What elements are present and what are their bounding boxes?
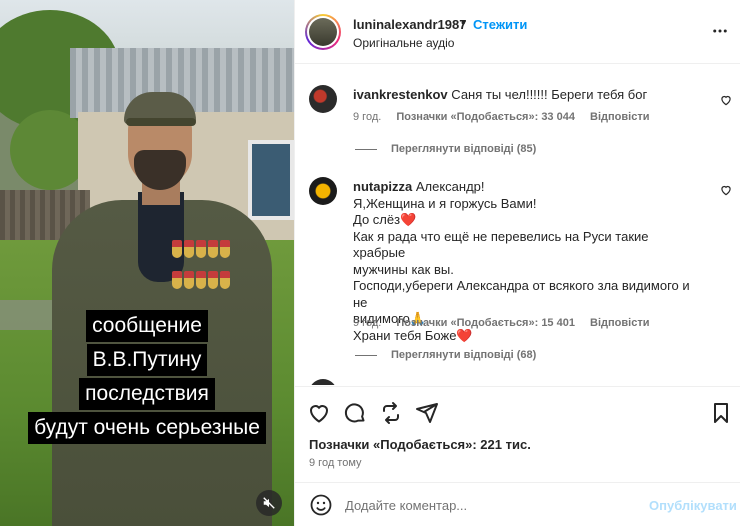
medal: [172, 240, 182, 258]
comment-likes[interactable]: Позначки «Подобається»: 15 401: [396, 317, 575, 329]
post-likes[interactable]: Позначки «Подобається»: 221 тис.: [309, 437, 531, 452]
muted-speaker-icon: [263, 497, 275, 509]
separator-dot: •: [461, 15, 466, 30]
share-icon[interactable]: [415, 401, 439, 425]
follow-button[interactable]: Стежити: [473, 17, 527, 32]
reel-video[interactable]: сообщение В.В.Путину последствия будут о…: [0, 0, 294, 526]
mute-button[interactable]: [256, 490, 282, 516]
avatar-border: [307, 16, 339, 48]
caption-line-3: последствия: [0, 378, 294, 410]
comment-line: мужчины как вы.: [353, 261, 454, 277]
reply-button[interactable]: Відповісти: [590, 317, 649, 329]
comment-time: 9 год.: [353, 317, 382, 329]
medal: [184, 271, 194, 289]
emoji-icon[interactable]: [309, 493, 333, 517]
avatar-image: [309, 18, 337, 46]
comment-line: Храни тебя Боже❤️: [353, 327, 473, 343]
comment-text: Саня ты чел!!!!!! Береги тебя бог: [451, 87, 648, 102]
commenter-username[interactable]: ivankrestenkov: [353, 87, 448, 102]
caption-line-2: В.В.Путину: [0, 344, 294, 376]
comment-time: 9 год.: [353, 111, 382, 123]
comment-meta: 9 год. Позначки «Подобається»: 33 044 Ві…: [353, 111, 649, 123]
caption-text: сообщение: [86, 310, 208, 342]
medal: [208, 240, 218, 258]
comment-text: Александр!: [415, 179, 485, 194]
like-comment-heart-icon[interactable]: [719, 183, 733, 197]
caption-line-1: сообщение: [0, 310, 294, 342]
medal: [196, 240, 206, 258]
commenter-avatar[interactable]: [309, 177, 337, 205]
post-header: luninalexandr1987 • Стежити Оригінальне …: [295, 0, 740, 64]
post-time: 9 год тому: [309, 457, 362, 469]
medal: [220, 271, 230, 289]
medal: [208, 271, 218, 289]
caption-line-4: будут очень серьезные: [0, 412, 294, 444]
comment-line: Как я рада что ещё не перевелись на Руси…: [353, 228, 649, 261]
comment-line: До слёз❤️: [353, 212, 417, 227]
comment-line: Господи,убереги Александра от всякого зл…: [353, 278, 690, 310]
author-avatar[interactable]: [305, 14, 341, 50]
replies-divider: [355, 148, 377, 150]
replies-divider: [355, 354, 377, 356]
commenter-username[interactable]: nutapizza: [353, 179, 412, 194]
like-heart-icon[interactable]: [307, 401, 331, 425]
caption-text: В.В.Путину: [86, 344, 208, 376]
audio-label[interactable]: Оригінальне аудіо: [353, 36, 454, 50]
caption-text: будут очень серьезные: [28, 412, 266, 444]
medal: [172, 271, 182, 289]
post-details: luninalexandr1987 • Стежити Оригінальне …: [294, 0, 740, 526]
comment-line: nutapizza Александр!: [353, 179, 703, 196]
save-bookmark-icon[interactable]: [709, 401, 733, 425]
medals: [172, 240, 240, 300]
medal: [184, 240, 194, 258]
commenter-avatar[interactable]: [309, 85, 337, 113]
commenter-avatar[interactable]: [309, 379, 337, 385]
view-replies-button[interactable]: Переглянути відповіді (85): [355, 143, 536, 155]
comment-input[interactable]: [345, 495, 635, 515]
comment-line: Я,Женщина и я горжусь Вами!: [353, 195, 537, 211]
medal: [220, 240, 230, 258]
caption-text: последствия: [79, 378, 215, 410]
view-replies-button[interactable]: Переглянути відповіді (68): [355, 349, 536, 361]
more-options-icon[interactable]: [711, 22, 729, 40]
add-comment-bar: Опублікувати: [295, 482, 740, 526]
post-viewer: сообщение В.В.Путину последствия будут о…: [0, 0, 740, 526]
comment-meta: 9 год. Позначки «Подобається»: 15 401 Ві…: [353, 317, 649, 329]
comments-list[interactable]: ivankrestenkov Саня ты чел!!!!!! Береги …: [295, 65, 740, 385]
comment-icon[interactable]: [343, 401, 367, 425]
video-window: [248, 140, 294, 220]
medal: [196, 271, 206, 289]
person-cap-brim: [126, 118, 196, 126]
like-comment-heart-icon[interactable]: [719, 93, 733, 107]
comment-likes[interactable]: Позначки «Подобається»: 33 044: [396, 111, 575, 123]
repost-icon[interactable]: [379, 401, 403, 425]
view-replies-text: Переглянути відповіді (85): [391, 143, 537, 155]
author-username[interactable]: luninalexandr1987: [353, 17, 466, 32]
comment-body: ivankrestenkov Саня ты чел!!!!!! Береги …: [353, 87, 703, 104]
view-replies-text: Переглянути відповіді (68): [391, 349, 537, 361]
publish-button[interactable]: Опублікувати: [649, 498, 737, 513]
post-actions: Позначки «Подобається»: 221 тис. 9 год т…: [295, 386, 740, 480]
reply-button[interactable]: Відповісти: [590, 111, 649, 123]
